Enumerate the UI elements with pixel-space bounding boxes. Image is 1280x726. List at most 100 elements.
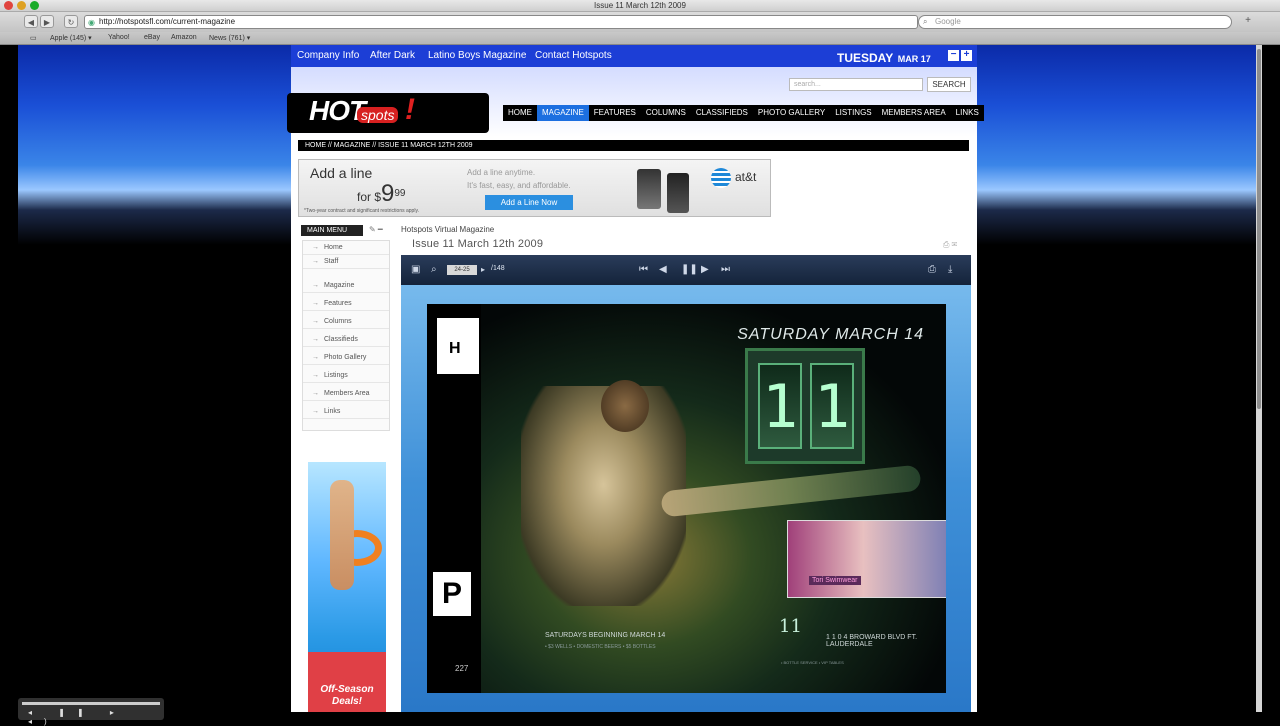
bookmark-ebay[interactable]: eBay (144, 34, 160, 41)
att-brand: at&t (735, 170, 757, 184)
menu-item-features[interactable]: → Features (303, 297, 389, 311)
flipbook-viewer: ▣ ⌕ 24-25 ▸ /148 ⏮ ◀ ❚❚ ▶ ⏭ ⎙ ⤓ H P 227 … (401, 255, 971, 712)
cover-address: 1 1 0 4 BROWARD BLVD FT. LAUDERDALE (826, 634, 918, 648)
att-banner-ad[interactable]: Add a line for $999 *Two-year contract a… (298, 159, 771, 217)
video-control-icons[interactable]: ◂ ❚❚ ▸ ◂) (28, 708, 164, 726)
site-search-button[interactable]: SEARCH (927, 77, 971, 92)
pause-icon[interactable]: ❚❚ (681, 264, 698, 275)
nav-members-area[interactable]: MEMBERS AREA (877, 105, 951, 121)
bookmark-amazon[interactable]: Amazon (171, 34, 197, 41)
topnav-latino-boys[interactable]: Latino Boys Magazine (428, 50, 526, 61)
address-bar[interactable]: ◉ http://hotspotsfl.com/current-magazine (84, 15, 918, 29)
menu-item-links[interactable]: → Links (303, 405, 389, 419)
dancer-arm (660, 464, 922, 518)
date-month-day: MAR 17 (897, 54, 931, 64)
date-day: TUESDAY (837, 51, 894, 65)
nav-photo-gallery[interactable]: PHOTO GALLERY (753, 105, 830, 121)
menu-item-staff[interactable]: → Staff (303, 255, 389, 269)
site-search-input[interactable]: search... (789, 78, 923, 91)
nav-home[interactable]: HOME (503, 105, 537, 121)
add-bookmark-button[interactable]: + (1242, 15, 1254, 28)
bookmark-apple[interactable]: Apple (145) ▾ (50, 34, 92, 42)
video-progress-bar[interactable] (22, 702, 160, 705)
scrollbar-thumb[interactable] (1257, 49, 1261, 409)
go-page-icon[interactable]: ▸ (481, 265, 485, 274)
site-container: Company Info After Dark Latino Boys Maga… (287, 45, 984, 712)
page-viewport: Company Info After Dark Latino Boys Maga… (18, 45, 1256, 712)
print-email-icons[interactable]: ⎙ ✉ (943, 240, 957, 250)
back-button[interactable]: ◀ (24, 15, 38, 28)
menu-item-columns[interactable]: → Columns (303, 315, 389, 329)
nav-magazine[interactable]: MAGAZINE (537, 105, 589, 121)
web-search-field[interactable]: ⌕ Google (918, 15, 1232, 29)
window-title: Issue 11 March 12th 2009 (594, 1, 686, 10)
site-icon: ◉ (88, 18, 95, 27)
topnav-after-dark[interactable]: After Dark (370, 50, 415, 61)
text-larger-button[interactable]: + (961, 50, 972, 61)
video-player-controls[interactable]: ◂ ❚❚ ▸ ◂) (18, 698, 164, 726)
bookmark-news[interactable]: News (761) ▾ (209, 34, 250, 42)
magazine-spread[interactable]: H P 227 SATURDAY MARCH 14 1 1 Tori Swimw… (427, 304, 946, 693)
menu-item-home[interactable]: → Home (303, 241, 389, 255)
cover-page: SATURDAY MARCH 14 1 1 Tori Swimwear SATU… (481, 304, 946, 693)
left-page: H P 227 (427, 304, 481, 693)
left-page-logo: H (437, 318, 479, 374)
nav-classifieds[interactable]: CLASSIFIEDS (691, 105, 753, 121)
hotspots-logo[interactable]: HOT spots ! (287, 93, 489, 133)
menu-item-listings[interactable]: → Listings (303, 369, 389, 383)
main-navigation: HOME MAGAZINE FEATURES COLUMNS CLASSIFIE… (503, 105, 984, 121)
cover-eleven-logo: 1 1 (745, 348, 865, 464)
page-scrollbar[interactable] (1256, 45, 1262, 712)
menu-edit-icon[interactable]: ✎ ━ (369, 225, 383, 234)
url-text: http://hotspotsfl.com/current-magazine (99, 17, 236, 26)
phones-image (637, 165, 697, 213)
current-date: TUESDAY MAR 17 (837, 49, 931, 67)
topnav-contact[interactable]: Contact Hotspots (535, 50, 612, 61)
topnav-company-info[interactable]: Company Info (297, 50, 359, 61)
nav-listings[interactable]: LISTINGS (830, 105, 876, 121)
logo-bang: ! (405, 93, 415, 126)
bookmarks-bar: ▭ Apple (145) ▾ Yahoo! eBay Amazon News … (0, 32, 1280, 45)
download-icon[interactable]: ⤓ (948, 264, 952, 275)
swimmer-image (330, 480, 354, 590)
menu-item-photo-gallery[interactable]: → Photo Gallery (303, 351, 389, 365)
page-title: Issue 11 March 12th 2009 (412, 238, 544, 250)
nav-links[interactable]: LINKS (951, 105, 984, 121)
menu-item-members-area[interactable]: → Members Area (303, 387, 389, 401)
ad-headline: Add a line (310, 165, 373, 181)
dancer-head (601, 380, 649, 432)
total-pages: /148 (491, 265, 505, 272)
first-page-icon[interactable]: ⏮ (639, 264, 648, 275)
zoom-icon[interactable]: ⌕ (431, 264, 437, 275)
nav-features[interactable]: FEATURES (589, 105, 641, 121)
menu-item-classifieds[interactable]: → Classifieds (303, 333, 389, 347)
main-menu: → Home → Staff → Magazine → Features → Column… (302, 240, 390, 431)
previous-page-icon[interactable]: ◀ (659, 264, 667, 275)
inset-photo (787, 520, 946, 598)
site-header: search... SEARCH HOT spots ! HOME MAGAZI… (287, 67, 984, 137)
thumbnails-icon[interactable]: ▣ (411, 264, 420, 275)
promo-text: Off-Season Deals! (320, 684, 374, 707)
last-page-icon[interactable]: ⏭ (721, 264, 730, 275)
logo-spots: spots (357, 107, 399, 123)
sidebar: MAIN MENU ✎ ━ → Home → Staff → Magazine → Fe… (299, 225, 394, 712)
text-smaller-button[interactable]: − (948, 50, 959, 61)
forward-button[interactable]: ▶ (40, 15, 54, 28)
next-page-icon[interactable]: ▶ (701, 264, 709, 275)
page-number-input[interactable]: 24-25 (447, 265, 477, 275)
bookmark-yahoo[interactable]: Yahoo! (108, 34, 130, 41)
browser-toolbar: ◀ ▶ ↻ ◉ http://hotspotsfl.com/current-ma… (0, 12, 1280, 32)
web-search-placeholder: Google (935, 17, 961, 26)
ad-price: for $999 (357, 180, 406, 207)
menu-item-magazine[interactable]: → Magazine (303, 279, 389, 293)
nav-columns[interactable]: COLUMNS (641, 105, 691, 121)
breadcrumb: HOME // MAGAZINE // ISSUE 11 MARCH 12TH … (298, 140, 969, 151)
add-line-now-button[interactable]: Add a Line Now (485, 195, 573, 210)
print-icon[interactable]: ⎙ (928, 264, 936, 275)
cover-address-small: • BOTTLE SERVICE • VIP TABLES (781, 660, 844, 665)
page-content: HOME // MAGAZINE // ISSUE 11 MARCH 12TH … (291, 137, 977, 712)
bookmarks-book-icon[interactable]: ▭ (30, 34, 37, 42)
travel-promo-ad[interactable]: Off-Season Deals! (308, 462, 386, 712)
cover-fine-print: • $3 WELLS • DOMESTIC BEERS • $5 BOTTLES (545, 644, 656, 650)
reload-button[interactable]: ↻ (64, 15, 78, 28)
